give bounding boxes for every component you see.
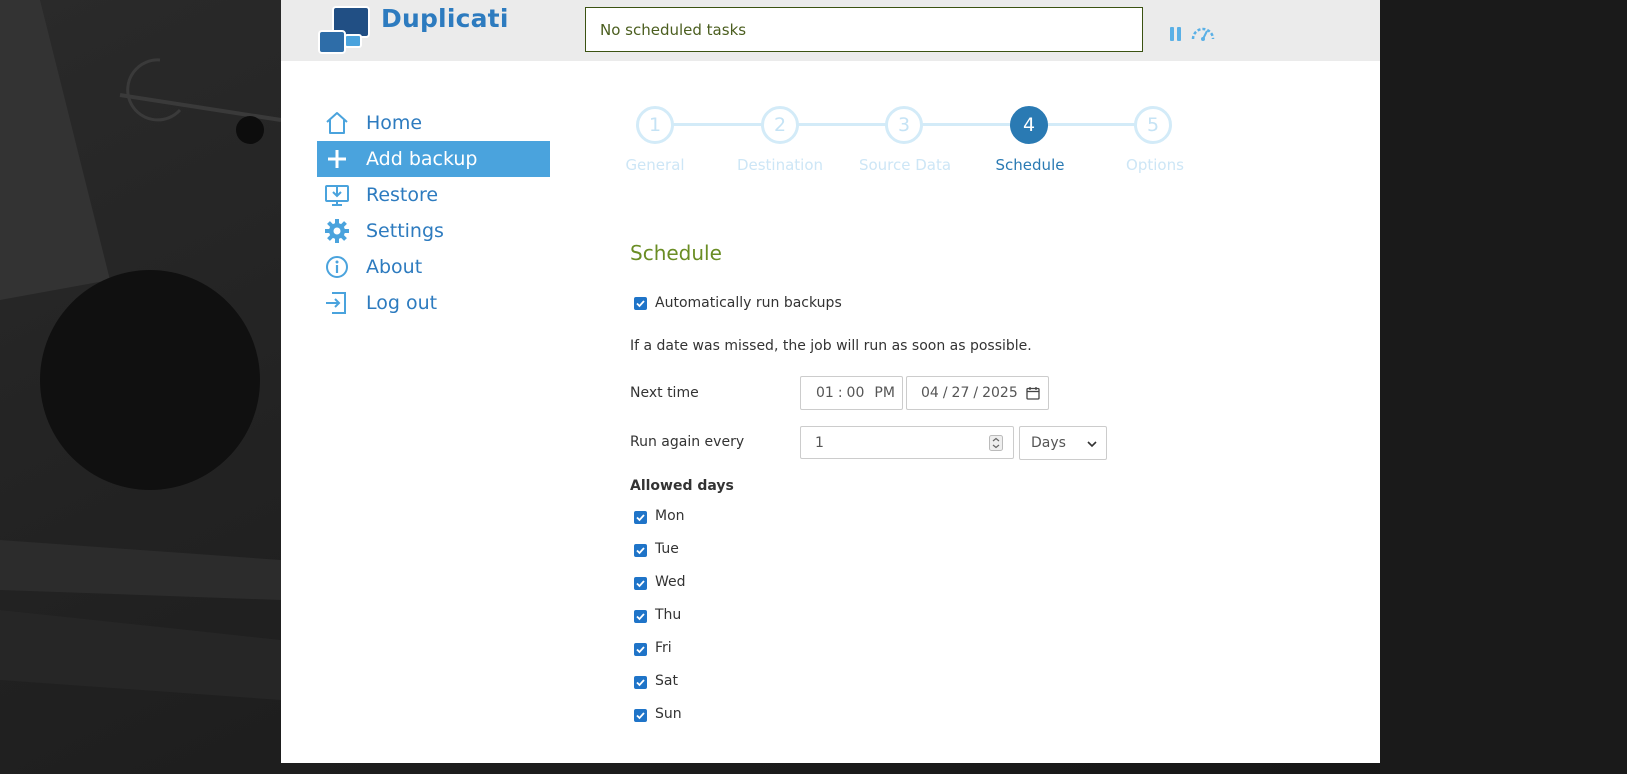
wizard-step-label-destination[interactable]: Destination (715, 156, 845, 174)
wizard-step-label-source-data[interactable]: Source Data (840, 156, 970, 174)
wizard-step-5[interactable]: 5 (1134, 106, 1172, 144)
auto-run-label[interactable]: Automatically run backups (655, 295, 842, 311)
day-checkbox-thu[interactable] (634, 610, 647, 623)
time-input[interactable]: 01 : 00 PM (800, 376, 903, 410)
step-number: 1 (648, 114, 662, 136)
day-label-sat[interactable]: Sat (655, 673, 678, 689)
check-icon (636, 547, 645, 555)
date-separator: / (942, 385, 948, 401)
time-minute[interactable]: 00 (847, 385, 865, 401)
day-label-wed[interactable]: Wed (655, 574, 686, 590)
wizard-step-label-options[interactable]: Options (1090, 156, 1220, 174)
nav-label-home: Home (366, 112, 423, 134)
missed-date-note: If a date was missed, the job will run a… (630, 338, 1032, 354)
wizard-step-label-general[interactable]: General (590, 156, 720, 174)
day-label-mon[interactable]: Mon (655, 508, 685, 524)
info-icon (323, 253, 351, 281)
nav-label-add-backup: Add backup (366, 148, 478, 170)
wizard-step-4[interactable]: 4 (1010, 106, 1048, 144)
next-time-label: Next time (630, 385, 699, 401)
app-name: Duplicati (381, 4, 509, 33)
step-number: 5 (1146, 114, 1160, 136)
day-label-tue[interactable]: Tue (655, 541, 679, 557)
section-title: Schedule (630, 241, 722, 265)
run-again-label: Run again every (630, 434, 745, 450)
check-icon (636, 613, 645, 621)
spinner-icon[interactable] (989, 435, 1003, 451)
allowed-days-title: Allowed days (630, 478, 734, 494)
day-label-fri[interactable]: Fri (655, 640, 672, 656)
day-checkbox-wed[interactable] (634, 577, 647, 590)
check-icon (636, 646, 645, 654)
restore-icon (323, 181, 351, 209)
wizard-step-3[interactable]: 3 (885, 106, 923, 144)
nav-label-restore: Restore (366, 184, 439, 206)
main-panel: Duplicati No scheduled tasks Home Add ba… (281, 0, 1380, 763)
step-number: 2 (773, 114, 787, 136)
date-separator: / (973, 385, 979, 401)
calendar-icon[interactable] (1026, 386, 1040, 400)
top-bar: Duplicati No scheduled tasks (281, 0, 1380, 61)
chevron-down-icon (1087, 441, 1097, 448)
gear-icon (323, 217, 351, 245)
throttle-icon[interactable] (1190, 25, 1216, 41)
interval-unit: Days (1031, 435, 1066, 451)
check-icon (636, 514, 645, 522)
date-input[interactable]: 04 / 27 / 2025 (906, 376, 1049, 410)
check-icon (636, 300, 645, 308)
interval-number-input[interactable]: 1 (800, 426, 1014, 459)
wizard-step-1[interactable]: 1 (636, 106, 674, 144)
check-icon (636, 712, 645, 720)
nav-label-settings: Settings (366, 220, 444, 242)
nav-item-about[interactable]: About (317, 249, 550, 285)
auto-run-checkbox[interactable] (634, 297, 647, 310)
nav-item-home[interactable]: Home (317, 105, 550, 141)
time-ampm[interactable]: PM (874, 385, 895, 401)
pause-icon[interactable] (1169, 26, 1183, 42)
nav-item-restore[interactable]: Restore (317, 177, 550, 213)
check-icon (636, 580, 645, 588)
day-checkbox-tue[interactable] (634, 544, 647, 557)
day-checkbox-mon[interactable] (634, 511, 647, 524)
step-number: 4 (1022, 114, 1036, 136)
status-text: No scheduled tasks (600, 20, 747, 39)
duplicati-logo-icon (318, 6, 370, 54)
nav-label-about: About (366, 256, 423, 278)
day-label-sun[interactable]: Sun (655, 706, 682, 722)
interval-value: 1 (815, 434, 824, 451)
status-bar[interactable]: No scheduled tasks (585, 7, 1143, 52)
nav-item-logout[interactable]: Log out (317, 285, 550, 321)
date-day[interactable]: 27 (952, 385, 970, 401)
day-checkbox-sun[interactable] (634, 709, 647, 722)
time-separator: : (837, 385, 843, 401)
day-label-thu[interactable]: Thu (655, 607, 681, 623)
time-hour[interactable]: 01 (816, 385, 834, 401)
wizard-step-label-schedule[interactable]: Schedule (965, 156, 1095, 174)
nav-label-logout: Log out (366, 292, 438, 314)
plus-icon (323, 145, 351, 173)
check-icon (636, 679, 645, 687)
day-checkbox-sat[interactable] (634, 676, 647, 689)
wizard-step-2[interactable]: 2 (761, 106, 799, 144)
day-checkbox-fri[interactable] (634, 643, 647, 656)
home-icon (323, 109, 351, 137)
nav-item-settings[interactable]: Settings (317, 213, 550, 249)
step-number: 3 (897, 114, 911, 136)
interval-unit-select[interactable]: Days (1019, 426, 1107, 460)
date-year[interactable]: 2025 (982, 385, 1018, 401)
nav-item-add-backup[interactable]: Add backup (317, 141, 550, 177)
date-month[interactable]: 04 (921, 385, 939, 401)
logout-icon (323, 289, 351, 317)
